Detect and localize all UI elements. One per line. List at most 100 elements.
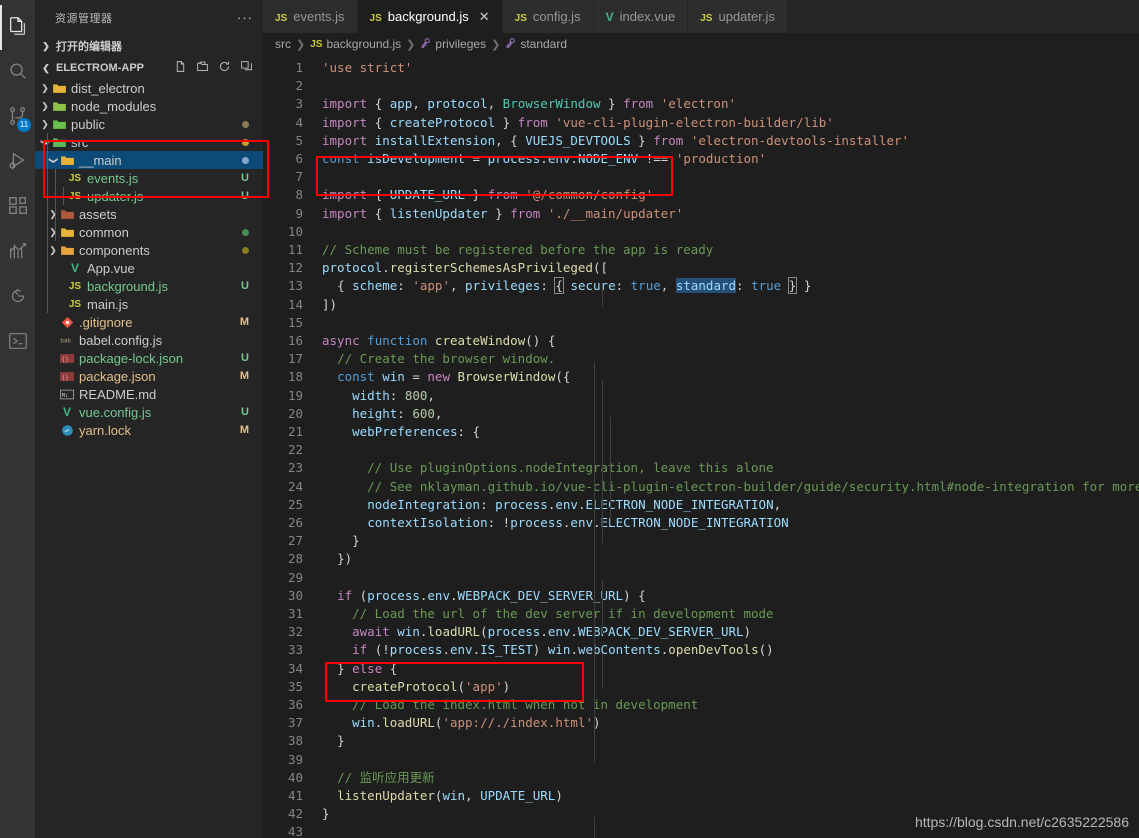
breadcrumb-item[interactable]: standard [505, 37, 567, 51]
collapse-all-icon[interactable] [240, 60, 253, 76]
tree-item-components[interactable]: ❯ components [35, 241, 263, 259]
code-line[interactable]: }) [322, 550, 352, 568]
project-section-header[interactable]: ❮ ELECTROM-APP [35, 57, 263, 79]
open-editors-section[interactable]: ❯ 打开的编辑器 [35, 35, 263, 57]
new-folder-icon[interactable] [196, 60, 209, 76]
tree-item-modified-dot [242, 120, 249, 128]
code-line[interactable]: // Use pluginOptions.nodeIntegration, le… [322, 459, 773, 477]
js-icon: JS [275, 13, 288, 24]
breadcrumb-item[interactable]: JS background.js [310, 37, 401, 51]
line-number: 34 [287, 660, 303, 676]
tree-item--gitignore[interactable]: .gitignore M [35, 313, 263, 331]
tree-item-updater-js[interactable]: JS updater.js U [35, 187, 263, 205]
code-line[interactable]: import { listenUpdater } from './__main/… [322, 205, 683, 223]
code-line[interactable]: async function createWindow() { [322, 332, 555, 350]
line-number: 43 [287, 824, 303, 838]
chevron-right-icon[interactable]: ❯ [47, 245, 59, 256]
code-line[interactable]: win.loadURL('app://./index.html') [322, 714, 600, 732]
line-number: 42 [287, 806, 303, 822]
code-line[interactable]: } [322, 805, 330, 823]
code-line[interactable]: // Load the url of the dev server if in … [322, 605, 773, 623]
tree-item-assets[interactable]: ❯ assets [35, 205, 263, 223]
tab-config-js[interactable]: JS config.js [502, 0, 594, 33]
explorer-more-actions[interactable]: ··· [237, 10, 253, 25]
code-line[interactable]: import installExtension, { VUEJS_DEVTOOL… [322, 132, 909, 150]
code-line[interactable]: { scheme: 'app', privileges: { secure: t… [322, 277, 811, 295]
chevron-right-icon[interactable]: ❯ [47, 209, 59, 220]
tree-item-vue-config-js[interactable]: Vvue.config.js U [35, 403, 263, 421]
code-line[interactable]: const win = new BrowserWindow({ [322, 368, 570, 386]
new-file-icon[interactable] [174, 60, 187, 76]
code-line[interactable]: 'use strict' [322, 59, 412, 77]
chevron-right-icon[interactable]: ❯ [47, 227, 59, 238]
tree-item-label: updater.js [87, 188, 144, 204]
code-line[interactable]: if (!process.env.IS_TEST) win.webContent… [322, 641, 774, 659]
code-line[interactable]: if (process.env.WEBPACK_DEV_SERVER_URL) … [322, 587, 646, 605]
tree-item-main-js[interactable]: JS main.js [35, 295, 263, 313]
tree-item-src[interactable]: ❮ src [35, 133, 263, 151]
tab-events-js[interactable]: JS events.js [263, 0, 358, 33]
code-line[interactable]: } [322, 732, 345, 750]
tab-updater-js[interactable]: JS updater.js [688, 0, 788, 33]
activity-terminal[interactable] [0, 320, 35, 365]
tree-item-readme-md[interactable]: M↓ README.md [35, 385, 263, 403]
code-editor[interactable]: 1'use strict' 2 3 import { app, protocol, B… [263, 55, 1139, 838]
tree-item---main[interactable]: ❮ __main [35, 151, 263, 169]
code-line[interactable]: const isDevelopment = process.env.NODE_E… [322, 150, 766, 168]
yarn-icon [59, 424, 75, 437]
code-line[interactable]: await win.loadURL(process.env.WEBPACK_DE… [322, 623, 751, 641]
code-line[interactable]: // Create the browser window. [322, 350, 555, 368]
tree-item-app-vue[interactable]: V App.vue [35, 259, 263, 277]
chevron-right-icon[interactable]: ❯ [39, 119, 51, 130]
code-line[interactable]: contextIsolation: !process.env.ELECTRON_… [322, 514, 789, 532]
code-line[interactable]: // 监听应用更新 [322, 769, 435, 787]
tree-item-events-js[interactable]: JS events.js U [35, 169, 263, 187]
tree-item-node-modules[interactable]: ❯ node_modules [35, 97, 263, 115]
tab-background-js[interactable]: JS background.js ✕ [357, 0, 503, 33]
code-line[interactable]: webPreferences: { [322, 423, 480, 441]
activity-extensions[interactable] [0, 185, 35, 230]
code-line[interactable]: listenUpdater(win, UPDATE_URL) [322, 787, 563, 805]
activity-run-and-debug[interactable] [0, 140, 35, 185]
code-line[interactable]: // Load the index.html when not in devel… [322, 696, 698, 714]
breadcrumb-item[interactable]: privileges [420, 37, 486, 51]
activity-source-control[interactable]: 11 [0, 95, 35, 140]
refresh-icon[interactable] [218, 60, 231, 76]
chevron-down-icon[interactable]: ❮ [48, 154, 59, 166]
code-line[interactable]: import { UPDATE_URL } from '@/common/con… [322, 186, 653, 204]
tree-item-babel-config-js[interactable]: bab babel.config.js [35, 331, 263, 349]
code-line[interactable]: // See nklayman.github.io/vue-cli-plugin… [322, 478, 1139, 496]
tree-item-label: README.md [79, 386, 157, 402]
tree-item-yarn-lock[interactable]: yarn.lock M [35, 421, 263, 439]
breadcrumb-separator: ❯ [406, 38, 416, 51]
code-line[interactable]: height: 600, [322, 405, 442, 423]
tab-index-vue[interactable]: Vindex.vue [593, 0, 689, 33]
chevron-down-icon[interactable]: ❮ [40, 136, 51, 148]
code-line[interactable]: nodeIntegration: process.env.ELECTRON_NO… [322, 496, 781, 514]
code-line[interactable]: import { app, protocol, BrowserWindow } … [322, 95, 736, 113]
code-line[interactable]: width: 800, [322, 387, 435, 405]
code-line[interactable]: } [322, 532, 360, 550]
code-line[interactable]: protocol.registerSchemesAsPrivileged([ [322, 259, 608, 277]
tree-item-public[interactable]: ❯ public [35, 115, 263, 133]
tree-item-package-json[interactable]: {} package.json M [35, 367, 263, 385]
chevron-right-icon[interactable]: ❯ [39, 83, 51, 94]
activity-search[interactable] [0, 50, 35, 95]
tree-item-background-js[interactable]: JS background.js U [35, 277, 263, 295]
breadcrumb-item[interactable]: src [275, 37, 291, 51]
tree-item-dist-electron[interactable]: ❯ dist_electron [35, 79, 263, 97]
code-line[interactable]: // Scheme must be registered before the … [322, 241, 713, 259]
line-number: 39 [287, 751, 303, 767]
tree-item-common[interactable]: ❯ common [35, 223, 263, 241]
code-line[interactable]: createProtocol('app') [322, 678, 510, 696]
activity-gitlens[interactable] [0, 275, 35, 320]
code-line[interactable]: import { createProtocol } from 'vue-cli-… [322, 114, 834, 132]
tree-item-package-lock-json[interactable]: {} package-lock.json U [35, 349, 263, 367]
code-line[interactable]: } else { [322, 660, 397, 678]
js-icon: JS [514, 13, 527, 24]
code-line[interactable]: ]) [322, 296, 337, 314]
activity-explorer[interactable] [0, 5, 35, 50]
chevron-right-icon[interactable]: ❯ [39, 101, 51, 112]
activity-testing[interactable] [0, 230, 35, 275]
close-icon[interactable]: ✕ [479, 9, 490, 25]
